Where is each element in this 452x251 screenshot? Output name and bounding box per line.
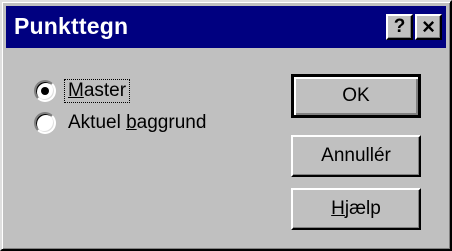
dialog-window: Punkttegn ? × Master Aktuel baggrund OK … [0, 0, 452, 251]
radio-button-master[interactable] [34, 80, 56, 102]
help-question-icon[interactable]: ? [386, 14, 413, 40]
dialog-title: Punkttegn [14, 13, 129, 39]
ok-button[interactable]: OK [291, 74, 421, 118]
radio-button-current-background[interactable] [34, 112, 56, 134]
title-bar: Punkttegn ? × [6, 6, 446, 48]
radio-option-current-background[interactable]: Aktuel baggrund [34, 109, 209, 137]
accelerator-key: b [126, 112, 137, 133]
accelerator-key: H [331, 198, 345, 219]
close-icon[interactable]: × [415, 14, 442, 40]
radio-label-master: Master [63, 79, 131, 103]
radio-selected-dot-icon [41, 87, 49, 95]
cancel-button[interactable]: Annullér [291, 135, 421, 177]
radio-label-current-background: Aktuel baggrund [68, 112, 207, 133]
help-button[interactable]: Hjælp [291, 188, 421, 230]
accelerator-key: M [68, 80, 84, 101]
radio-option-master[interactable]: Master [34, 77, 131, 105]
